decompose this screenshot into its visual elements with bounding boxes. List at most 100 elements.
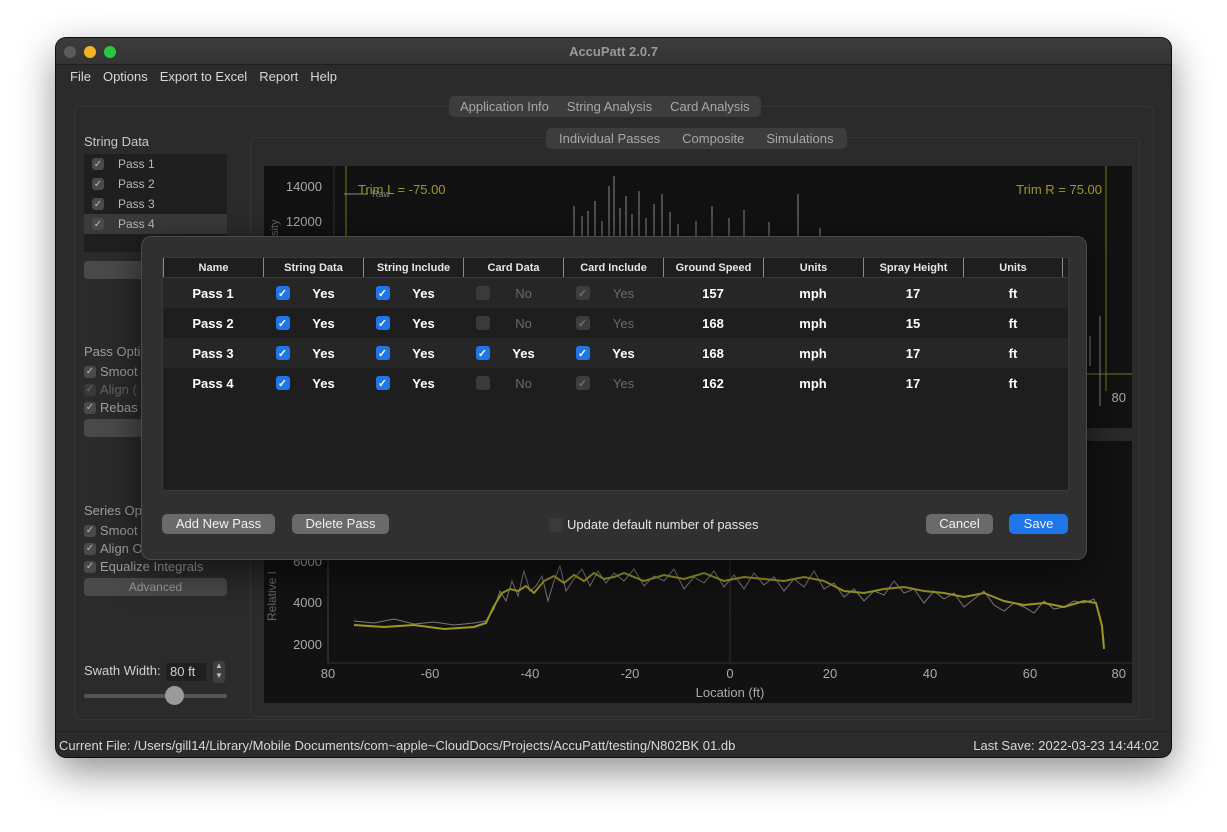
checkbox-unchecked[interactable]: [475, 376, 490, 390]
string-data-cell[interactable]: ✓ Yes: [263, 286, 363, 301]
y-tick: 14000: [286, 179, 322, 194]
swath-width-input[interactable]: 80 ft: [166, 663, 206, 681]
swath-stepper[interactable]: ▲ ▼: [213, 661, 225, 683]
checkbox-checked[interactable]: ✓: [275, 316, 290, 330]
pass-align-check[interactable]: ✓ Align (: [84, 382, 137, 397]
pass-name-cell[interactable]: Pass 2: [163, 316, 263, 331]
pass-smooth-check[interactable]: ✓ Smoot: [84, 364, 138, 379]
spray-height-units-cell[interactable]: ft: [963, 376, 1063, 391]
card-data-cell[interactable]: No: [463, 286, 563, 301]
table-row[interactable]: Pass 3 ✓ Yes ✓ Yes ✓ Yes ✓ Yes 168 mph 17 ft: [163, 338, 1068, 368]
pass-name-cell[interactable]: Pass 3: [163, 346, 263, 361]
menu-file[interactable]: File: [70, 66, 91, 88]
table-row[interactable]: Pass 2 ✓ Yes ✓ Yes No ✓ Yes 168 mph 15 ft: [163, 308, 1068, 338]
pass-name-cell[interactable]: Pass 4: [163, 376, 263, 391]
save-button[interactable]: Save: [1009, 514, 1068, 534]
checkbox-checked[interactable]: ✓: [375, 376, 390, 390]
column-header[interactable]: Card Include: [563, 258, 663, 277]
check-icon[interactable]: ✓: [92, 178, 104, 190]
table-row[interactable]: Pass 1 ✓ Yes ✓ Yes No ✓ Yes 157 mph 17 ft: [163, 278, 1068, 308]
pass-rebase-check[interactable]: ✓ Rebas: [84, 400, 138, 415]
checkbox-checked[interactable]: ✓: [375, 316, 390, 330]
table-row[interactable]: Pass 4 ✓ Yes ✓ Yes No ✓ Yes 162 mph 17 ft: [163, 368, 1068, 398]
spray-height-units-cell[interactable]: ft: [963, 316, 1063, 331]
pass-list-item[interactable]: ✓ Pass 3: [84, 194, 227, 214]
ground-speed-units-cell[interactable]: mph: [763, 346, 863, 361]
menu-help[interactable]: Help: [310, 66, 337, 88]
tab-individual-passes[interactable]: Individual Passes: [548, 129, 671, 148]
spray-height-cell[interactable]: 17: [863, 286, 963, 301]
checkbox-checked[interactable]: ✓: [275, 286, 290, 300]
string-data-cell[interactable]: ✓ Yes: [263, 316, 363, 331]
ground-speed-cell[interactable]: 162: [663, 376, 763, 391]
string-include-cell[interactable]: ✓ Yes: [363, 286, 463, 301]
card-data-cell[interactable]: ✓ Yes: [463, 346, 563, 361]
swath-slider-thumb[interactable]: [164, 686, 184, 705]
ground-speed-units-cell[interactable]: mph: [763, 316, 863, 331]
check-icon[interactable]: ✓: [92, 218, 104, 230]
card-data-cell[interactable]: No: [463, 316, 563, 331]
card-data-cell[interactable]: No: [463, 376, 563, 391]
delete-pass-button[interactable]: Delete Pass: [292, 514, 389, 534]
checkbox-unchecked[interactable]: [475, 316, 490, 330]
spray-height-cell[interactable]: 17: [863, 346, 963, 361]
column-header[interactable]: Spray Height: [863, 258, 963, 277]
swath-slider-track[interactable]: [84, 694, 227, 698]
spray-height-cell[interactable]: 15: [863, 316, 963, 331]
add-new-pass-button[interactable]: Add New Pass: [162, 514, 275, 534]
checkbox-checked[interactable]: ✓: [275, 346, 290, 360]
tab-simulations[interactable]: Simulations: [755, 129, 844, 148]
checkbox-unchecked[interactable]: [475, 286, 490, 300]
equalize-integrals-check[interactable]: ✓ Equalize Integrals: [84, 559, 203, 574]
menu-options[interactable]: Options: [103, 66, 148, 88]
checkbox-unchecked[interactable]: [549, 517, 563, 532]
ground-speed-units-cell[interactable]: mph: [763, 376, 863, 391]
tab-application-info[interactable]: Application Info: [451, 97, 558, 116]
card-include-cell: ✓ Yes: [563, 286, 663, 301]
checkbox-checked[interactable]: ✓: [575, 346, 590, 360]
ground-speed-cell[interactable]: 168: [663, 346, 763, 361]
spray-height-units-cell[interactable]: ft: [963, 346, 1063, 361]
checkbox-checked[interactable]: ✓: [375, 346, 390, 360]
ground-speed-cell[interactable]: 168: [663, 316, 763, 331]
column-header[interactable]: Units: [763, 258, 863, 277]
column-header[interactable]: String Data: [263, 258, 363, 277]
card-include-cell[interactable]: ✓ Yes: [563, 346, 663, 361]
checkbox-checked[interactable]: ✓: [475, 346, 490, 360]
series-align-check[interactable]: ✓ Align O: [84, 541, 143, 556]
tab-card-analysis[interactable]: Card Analysis: [661, 97, 758, 116]
spray-height-cell[interactable]: 17: [863, 376, 963, 391]
string-include-cell[interactable]: ✓ Yes: [363, 376, 463, 391]
ground-speed-units-cell[interactable]: mph: [763, 286, 863, 301]
series-advanced-button[interactable]: Advanced: [84, 578, 227, 596]
update-default-passes-option[interactable]: Update default number of passes: [549, 517, 759, 532]
column-header[interactable]: String Include: [363, 258, 463, 277]
column-header[interactable]: Units: [963, 258, 1063, 277]
string-data-cell[interactable]: ✓ Yes: [263, 346, 363, 361]
cancel-button[interactable]: Cancel: [926, 514, 993, 534]
checkbox-checked[interactable]: ✓: [275, 376, 290, 390]
tab-string-analysis[interactable]: String Analysis: [558, 97, 661, 116]
checkbox-checked[interactable]: ✓: [375, 286, 390, 300]
string-data-cell[interactable]: ✓ Yes: [263, 376, 363, 391]
pass-options-title: Pass Opti: [84, 344, 141, 359]
column-header[interactable]: Name: [163, 258, 263, 277]
pass-name-cell[interactable]: Pass 1: [163, 286, 263, 301]
check-icon[interactable]: ✓: [92, 158, 104, 170]
menu-export-excel[interactable]: Export to Excel: [160, 66, 247, 88]
spray-height-units-cell[interactable]: ft: [963, 286, 1063, 301]
main-tabs: Application Info String Analysis Card An…: [449, 96, 761, 117]
string-include-cell[interactable]: ✓ Yes: [363, 316, 463, 331]
pass-list-item[interactable]: ✓ Pass 1: [84, 154, 227, 174]
column-header[interactable]: Ground Speed: [663, 258, 763, 277]
tab-composite[interactable]: Composite: [671, 129, 755, 148]
pass-list-item[interactable]: ✓ Pass 2: [84, 174, 227, 194]
menu-report[interactable]: Report: [259, 66, 298, 88]
series-smooth-check[interactable]: ✓ Smoot: [84, 523, 138, 538]
string-include-cell[interactable]: ✓ Yes: [363, 346, 463, 361]
check-icon[interactable]: ✓: [92, 198, 104, 210]
ground-speed-cell[interactable]: 157: [663, 286, 763, 301]
pass-list-item[interactable]: ✓ Pass 4: [84, 214, 227, 234]
last-save-time: Last Save: 2022-03-23 14:44:02: [973, 738, 1159, 753]
column-header[interactable]: Card Data: [463, 258, 563, 277]
